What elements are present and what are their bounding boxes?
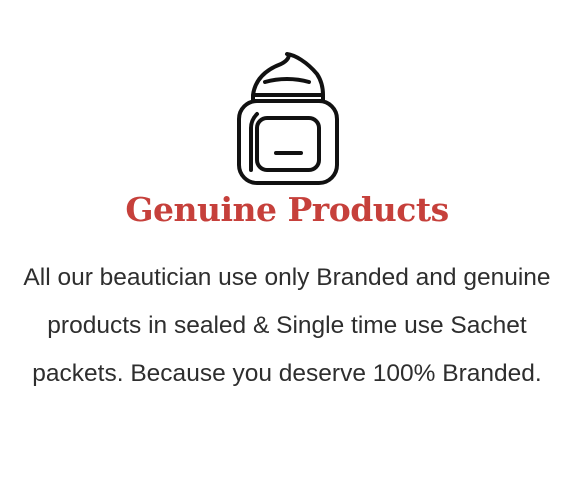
feature-description: All our beautician use only Branded and … (23, 264, 551, 387)
feature-title: Genuine Products (125, 190, 449, 229)
feature-card: Genuine Products All our beautician use … (0, 0, 574, 504)
cream-jar-icon (235, 52, 341, 186)
